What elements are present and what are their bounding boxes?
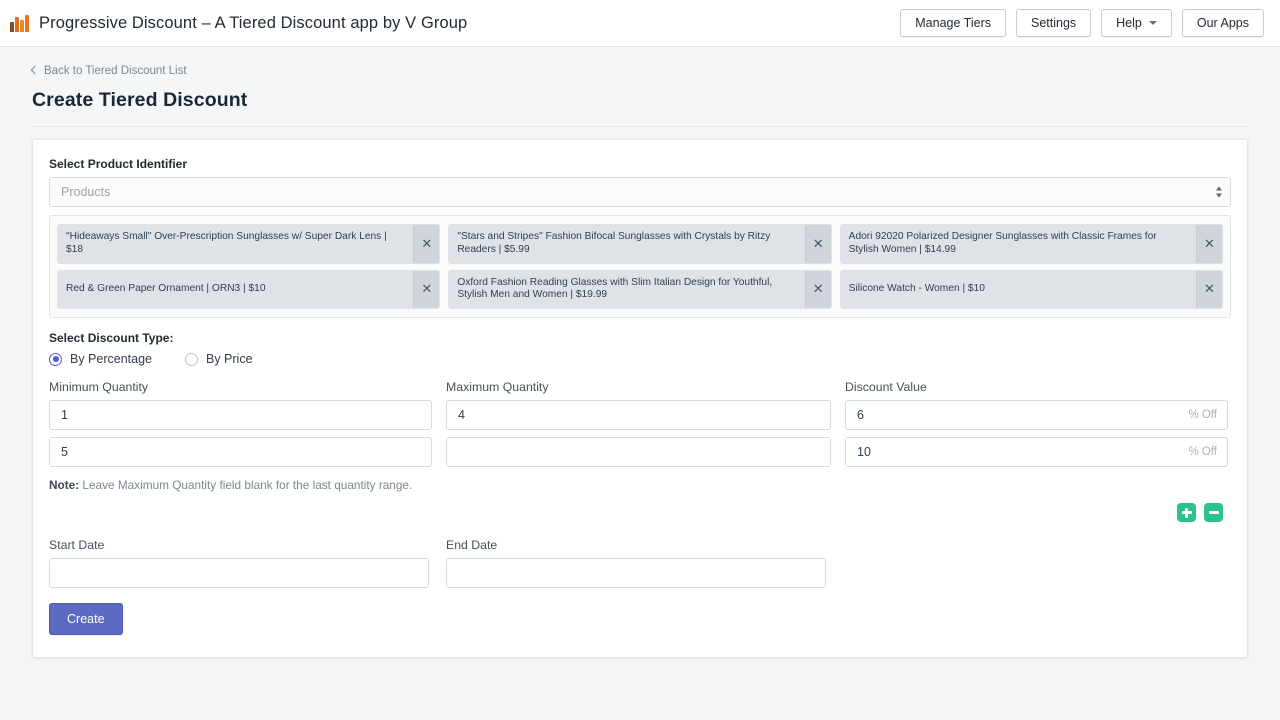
- topbar-actions: Manage Tiers Settings Help Our Apps: [900, 8, 1264, 38]
- our-apps-button[interactable]: Our Apps: [1181, 8, 1264, 38]
- plus-icon[interactable]: [1177, 503, 1196, 522]
- back-to-list-link[interactable]: Back to Tiered Discount List: [30, 64, 187, 77]
- end-date-col: End Date: [446, 538, 826, 588]
- discount-value-input-1[interactable]: [845, 400, 1228, 430]
- start-date-input[interactable]: [49, 558, 429, 588]
- tier-row-1: % Off: [49, 400, 1231, 430]
- min-quantity-input-1[interactable]: [49, 400, 432, 430]
- chevron-left-icon: [30, 65, 40, 75]
- discount-value-wrap-1: % Off: [845, 400, 1228, 430]
- radio-by-price-label: By Price: [206, 352, 253, 366]
- note-text: Leave Maximum Quantity field blank for t…: [79, 478, 413, 492]
- end-date-input[interactable]: [446, 558, 826, 588]
- bar-chart-logo-icon: [10, 14, 30, 32]
- product-tag-label: Oxford Fashion Reading Glasses with Slim…: [457, 276, 773, 301]
- page-title: Create Tiered Discount: [32, 89, 248, 111]
- help-label: Help: [1116, 15, 1142, 30]
- create-button[interactable]: Create: [49, 603, 123, 635]
- radio-by-percentage[interactable]: By Percentage: [49, 352, 152, 366]
- header-divider: [32, 126, 1248, 127]
- max-quantity-label: Maximum Quantity: [446, 380, 549, 394]
- create-discount-card: Select Product Identifier Products "Hide…: [32, 139, 1248, 658]
- product-select[interactable]: Products: [49, 177, 1231, 207]
- date-range-row: Start Date End Date: [49, 538, 1231, 588]
- max-quantity-input-1[interactable]: [446, 400, 831, 430]
- manage-tiers-button[interactable]: Manage Tiers: [900, 8, 1006, 38]
- product-tag-label: Adori 92020 Polarized Designer Sunglasse…: [848, 231, 1157, 255]
- product-tag-label: "Hideaways Small" Over-Prescription Sung…: [66, 231, 387, 255]
- app-topbar: Progressive Discount – A Tiered Discount…: [0, 0, 1280, 47]
- start-date-label: Start Date: [49, 538, 105, 552]
- end-date-label: End Date: [446, 538, 498, 552]
- product-tag-label: "Stars and Stripes" Fashion Bifocal Sung…: [457, 231, 771, 255]
- discount-type-label: Select Discount Type:: [49, 331, 174, 345]
- close-x-icon[interactable]: ✕: [1195, 225, 1222, 263]
- max-quantity-input-2[interactable]: [446, 437, 831, 467]
- close-x-icon[interactable]: ✕: [804, 225, 831, 263]
- selected-products-list: "Hideaways Small" Over-Prescription Sung…: [49, 215, 1231, 318]
- app-title: Progressive Discount – A Tiered Discount…: [39, 13, 468, 32]
- radio-selected-icon: [49, 352, 62, 366]
- min-quantity-input-2[interactable]: [49, 437, 432, 467]
- our-apps-label: Our Apps: [1196, 15, 1249, 30]
- start-date-col: Start Date: [49, 538, 429, 588]
- min-quantity-label: Minimum Quantity: [49, 380, 149, 394]
- chevron-down-icon: [1148, 21, 1157, 25]
- settings-label: Settings: [1030, 15, 1077, 30]
- close-x-icon[interactable]: ✕: [1195, 270, 1222, 308]
- product-tag-label: Red & Green Paper Ornament | ORN3 | $10: [66, 282, 266, 294]
- app-brand: Progressive Discount – A Tiered Discount…: [10, 14, 467, 33]
- list-item: Oxford Fashion Reading Glasses with Slim…: [448, 269, 832, 309]
- list-item: "Stars and Stripes" Fashion Bifocal Sung…: [448, 224, 832, 264]
- list-item: Silicone Watch - Women | $10 ✕: [839, 269, 1223, 309]
- close-x-icon[interactable]: ✕: [413, 225, 440, 263]
- tier-headers-row: Minimum Quantity Maximum Quantity Discou…: [49, 380, 1231, 400]
- discount-value-label: Discount Value: [845, 380, 927, 394]
- discount-type-radio-group: By Percentage By Price: [49, 352, 1231, 366]
- list-item: Red & Green Paper Ornament | ORN3 | $10 …: [57, 269, 441, 309]
- close-x-icon[interactable]: ✕: [804, 270, 831, 308]
- list-item: "Hideaways Small" Over-Prescription Sung…: [57, 224, 441, 264]
- minus-icon[interactable]: [1204, 503, 1223, 522]
- list-item: Adori 92020 Polarized Designer Sunglasse…: [839, 224, 1223, 264]
- help-button[interactable]: Help: [1101, 8, 1172, 38]
- tier-row-controls: [49, 503, 1231, 522]
- radio-by-percentage-label: By Percentage: [70, 352, 152, 366]
- radio-unselected-icon: [185, 352, 198, 366]
- settings-button[interactable]: Settings: [1015, 8, 1092, 38]
- close-x-icon[interactable]: ✕: [413, 270, 440, 308]
- note-prefix: Note:: [49, 478, 80, 492]
- max-quantity-note: Note: Leave Maximum Quantity field blank…: [49, 478, 1231, 492]
- discount-value-wrap-2: % Off: [845, 437, 1228, 467]
- product-identifier-label: Select Product Identifier: [49, 157, 188, 171]
- page-header: Back to Tiered Discount List Create Tier…: [0, 47, 1280, 127]
- product-tag-label: Silicone Watch - Women | $10: [848, 282, 985, 294]
- discount-value-input-2[interactable]: [845, 437, 1228, 467]
- manage-tiers-label: Manage Tiers: [915, 15, 991, 30]
- back-link-label: Back to Tiered Discount List: [44, 64, 187, 77]
- radio-by-price[interactable]: By Price: [185, 352, 253, 366]
- tier-row-2: % Off: [49, 437, 1231, 467]
- product-select-wrap: Products: [49, 177, 1231, 207]
